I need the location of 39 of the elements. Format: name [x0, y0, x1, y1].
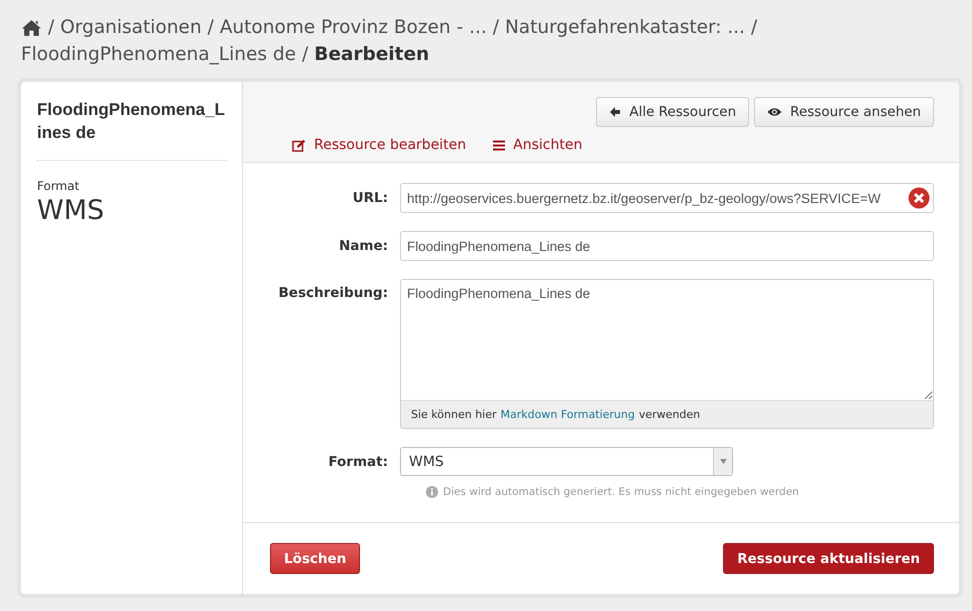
markdown-hint-end: verwenden: [638, 408, 700, 421]
description-text-area[interactable]: FloodingPhenomena_Lines de Sie können hier Markdown Formatierung verwenden: [400, 279, 934, 429]
eye-icon: [767, 107, 782, 117]
name-label: Name:: [338, 238, 389, 254]
format-info-text: Dies wird automatisch generiert. Es muss nicht eingegeben werden: [443, 486, 799, 498]
edit-resource-tab[interactable]: Ressource bearbeiten: [292, 137, 466, 153]
breadcrumb-link[interactable]: Organisationen: [60, 14, 202, 41]
home-icon[interactable]: [21, 19, 42, 36]
url-input-field[interactable]: http://geoservices.buergernetz.bz.it/geoserver/p_bz-geology/ows?SERVICE=W: [400, 183, 934, 213]
view-resource-button[interactable]: Ressource ansehen: [754, 97, 934, 127]
breadcrumb-separator: /: [751, 16, 758, 40]
breadcrumb-link[interactable]: Autonome Provinz Bozen - ...: [220, 14, 487, 41]
breadcrumb-link[interactable]: FloodingPhenomena_Lines de: [21, 41, 296, 68]
edit-icon: [292, 138, 306, 152]
name-input-field[interactable]: FloodingPhenomena_Lines de: [400, 231, 934, 261]
markdown-link[interactable]: Markdown Formatierung: [500, 408, 635, 421]
breadcrumb-separator: /: [302, 43, 308, 67]
format-field-label: Format:: [327, 454, 389, 470]
update-resource-button[interactable]: Ressource aktualisieren: [723, 543, 934, 574]
breadcrumb-current: Bearbeiten: [314, 43, 430, 67]
format-label: Format: [37, 179, 80, 193]
arrow-left-icon: [609, 106, 622, 118]
resource-title: FloodingPhenomena_Lines de: [37, 98, 227, 161]
format-value: WMS: [37, 195, 106, 226]
delete-button[interactable]: Löschen: [270, 543, 360, 574]
markdown-hint: Sie können hier: [411, 408, 497, 421]
description-label: Beschreibung:: [278, 284, 389, 301]
views-tab[interactable]: Ansichten: [493, 137, 582, 153]
format-select[interactable]: WMS: [400, 447, 733, 476]
breadcrumb-separator: /: [492, 16, 499, 40]
breadcrumb-link[interactable]: Naturgefahrenkataster: ...: [504, 14, 746, 41]
list-icon: [493, 140, 506, 150]
breadcrumb-separator: /: [48, 16, 54, 40]
breadcrumb-separator: /: [208, 16, 214, 40]
clear-icon[interactable]: [908, 187, 930, 209]
dropdown-caret-icon: [713, 448, 732, 475]
all-resources-button[interactable]: Alle Ressourcen: [596, 97, 750, 127]
info-icon: [426, 486, 438, 498]
url-label: URL:: [352, 190, 389, 206]
